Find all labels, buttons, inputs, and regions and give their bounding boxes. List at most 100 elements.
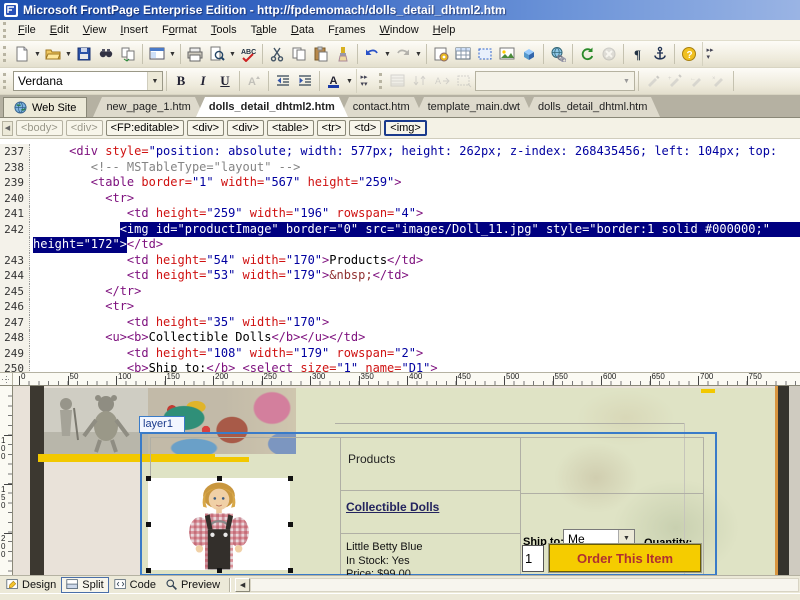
insert-table-button[interactable] [452,43,474,65]
data-view-combobox[interactable]: ▼ [475,71,635,91]
tab-new_page_1-htm[interactable]: new_page_1.htm [93,97,203,117]
quick-tag-table[interactable]: <table> [267,120,314,136]
underline-button[interactable]: U [214,70,236,92]
quick-tag-td[interactable]: <td> [349,120,381,136]
menu-file[interactable]: File [11,22,43,38]
tab-contact-htm[interactable]: contact.htm [340,97,423,117]
hscroll-left-button[interactable]: ◀ [235,578,250,592]
font-color-button[interactable]: A [323,70,345,92]
menu-view[interactable]: View [76,22,114,38]
cut-button[interactable] [266,43,288,65]
open-folder-dropdown-icon[interactable]: ▼ [64,43,73,65]
product-image-selected[interactable] [148,478,290,570]
menu-help[interactable]: Help [426,22,463,38]
drawing-button[interactable] [518,43,540,65]
stock-status-text: In Stock: Yes [346,555,422,569]
format-painter-button[interactable] [332,43,354,65]
selection-handle[interactable] [288,476,293,481]
paste-button[interactable] [310,43,332,65]
bookmark-icon [652,46,668,62]
quick-tag-div[interactable]: <div> [227,120,264,136]
menu-data[interactable]: Data [284,22,321,38]
copy-button[interactable] [288,43,310,65]
refresh-button[interactable] [576,43,598,65]
quick-tag-tr[interactable]: <tr> [317,120,347,136]
open-folder-button[interactable] [42,43,64,65]
selection-handle[interactable] [288,568,293,573]
new-page-dropdown-icon[interactable]: ▼ [33,43,42,65]
preview-page-button[interactable] [206,43,228,65]
toggle-pane-button[interactable] [146,43,168,65]
code-view[interactable]: 237 <div style="position: absolute; widt… [0,139,800,372]
insert-layer-button[interactable] [474,43,496,65]
view-tab-code[interactable]: Code [110,577,160,593]
quick-tag-body[interactable]: <body> [16,120,63,136]
view-tab-preview[interactable]: Preview [161,577,224,593]
collectible-dolls-link[interactable]: Collectible Dolls [346,500,439,514]
find-button[interactable] [95,43,117,65]
preview-page-dropdown-icon[interactable]: ▼ [228,43,237,65]
quantity-input[interactable] [522,545,544,572]
quick-tag-scroll-left-icon[interactable]: ◀ [2,121,13,136]
quick-tag-div[interactable]: <div> [66,120,103,136]
menu-format[interactable]: Format [155,22,204,38]
tab-web-site[interactable]: Web Site [3,97,87,117]
selection-handle[interactable] [217,568,222,573]
selection-handle[interactable] [146,568,151,573]
outer-div-outline-top [335,423,684,424]
quick-tag-div[interactable]: <div> [187,120,224,136]
quick-tag-FPeditable[interactable]: <FP:editable> [106,120,185,136]
font-color-dropdown-icon[interactable]: ▼ [345,70,354,92]
selection-handle[interactable] [288,522,293,527]
tab-template_main-dwt[interactable]: template_main.dwt [415,97,533,117]
tab-dolls_detail_dhtml-htm[interactable]: dolls_detail_dhtml.htm [525,97,660,117]
undo-button[interactable] [361,43,383,65]
selection-handle[interactable] [146,476,151,481]
print-button[interactable] [184,43,206,65]
show-all-button[interactable]: ¶ [627,43,649,65]
view-tab-split[interactable]: Split [61,577,108,593]
new-page-button[interactable] [11,43,33,65]
layer-name-label: layer1 [143,418,173,430]
web-component-button[interactable] [430,43,452,65]
menu-edit[interactable]: Edit [43,22,76,38]
show-all-icon: ¶ [630,46,646,62]
view-tab-design[interactable]: Design [2,577,60,593]
design-canvas[interactable]: layer1 Products Collectible Dolls Little… [0,386,800,576]
help-button[interactable]: ? [678,43,700,65]
font-combo-arrow-icon[interactable]: ▼ [147,72,162,90]
bookmark-button[interactable] [649,43,671,65]
product-name-text: Little Betty Blue [346,541,422,555]
hscroll-track[interactable] [250,578,799,592]
toolbar-options-button[interactable]: ▸▸▾ [702,42,717,66]
layer-name-tab[interactable]: layer1 [139,416,185,433]
selection-handle[interactable] [146,522,151,527]
dv-list-icon [390,73,406,89]
indent-button[interactable] [294,70,316,92]
outdent-button[interactable] [272,70,294,92]
view-tab-label: Design [22,579,56,591]
toggle-pane-dropdown-icon[interactable]: ▼ [168,43,177,65]
dv-sort-button [409,70,431,92]
design-view[interactable]: 100150200 [0,386,800,576]
menu-table[interactable]: Table [244,22,284,38]
menu-frames[interactable]: Frames [321,22,372,38]
formatting-options-button[interactable]: ▸▸▾▾ [356,69,371,93]
spelling-button[interactable]: ABC [237,43,259,65]
tab-dolls_detail_dhtml2-htm[interactable]: dolls_detail_dhtml2.htm [196,97,348,117]
menu-insert[interactable]: Insert [113,22,155,38]
bold-button[interactable]: B [170,70,192,92]
selection-handle[interactable] [217,476,222,481]
menu-tools[interactable]: Tools [204,22,244,38]
italic-button[interactable]: I [192,70,214,92]
insert-picture-button[interactable] [496,43,518,65]
pen-2-button: + [664,70,686,92]
publish-button[interactable] [117,43,139,65]
save-button[interactable] [73,43,95,65]
undo-dropdown-icon[interactable]: ▼ [383,43,392,65]
quick-tag-img[interactable]: <img> [384,120,427,136]
order-this-item-button[interactable]: Order This Item [549,544,701,572]
hyperlink-button[interactable] [547,43,569,65]
font-name-combobox[interactable]: Verdana ▼ [13,71,163,91]
menu-window[interactable]: Window [372,22,425,38]
